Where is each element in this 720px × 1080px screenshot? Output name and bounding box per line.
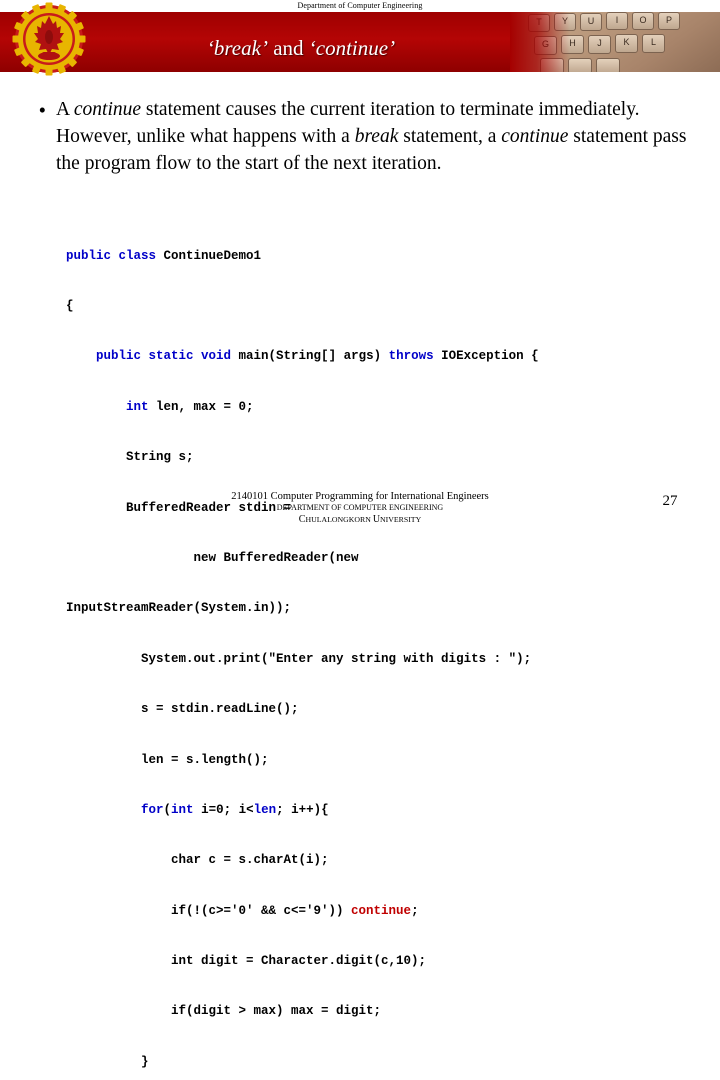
code-line: int len, max = 0;	[126, 399, 254, 414]
bullet-seg-6: continue	[501, 126, 569, 147]
code-line: if(digit > max) max = digit;	[66, 1004, 382, 1019]
bullet-list: • A continue statement causes the curren…	[30, 96, 690, 177]
keyboard-fade-overlay	[510, 12, 570, 72]
keyboard-key-i: I	[606, 12, 628, 30]
footer-university-hulalongkorn: HULALONGKORN	[305, 515, 373, 524]
code-line: InputStreamReader(System.in));	[66, 601, 292, 616]
slide-title: ‘break’ and ‘continue’	[86, 36, 516, 61]
footer-department: DEPARTMENT OF COMPUTER ENGINEERING	[276, 503, 444, 512]
list-item: • A continue statement causes the curren…	[30, 96, 690, 177]
bullet-seg-4: break	[354, 126, 399, 147]
code-line: {	[66, 298, 74, 313]
slide-title-and: and	[267, 36, 309, 60]
code-line: if(!(c>='0' && c<='9')) continue;	[66, 903, 419, 918]
keyboard-key-o: O	[632, 12, 654, 30]
keyboard-photo: T Y U I O P G H J K L	[510, 12, 720, 72]
code-line: int digit = Character.digit(c,10);	[66, 954, 427, 969]
bullet-seg-1: A	[56, 99, 74, 120]
keyboard-key-n	[568, 58, 592, 72]
bullet-seg-2: continue	[73, 99, 142, 120]
code-block: public class ContinueDemo1 { public stat…	[66, 214, 706, 1080]
code-line: public static void main(String[] args) t…	[96, 349, 539, 364]
department-title: Department of Computer Engineering	[297, 1, 423, 10]
slide-header: T Y U I O P G H J K L	[0, 0, 720, 84]
keyboard-key-k: K	[615, 34, 638, 53]
code-line: System.out.print("Enter any string with …	[66, 651, 532, 666]
chula-gear-emblem-icon	[12, 2, 86, 76]
footer-university-niversity: NIVERSITY	[380, 515, 422, 524]
code-line: String s;	[66, 450, 194, 465]
chula-emblem-logo	[12, 2, 86, 80]
keyboard-key-l: L	[642, 34, 665, 53]
keyboard-key-j: J	[588, 35, 611, 54]
footer-university: CHULALONGKORN UNIVERSITY	[0, 514, 720, 525]
keyboard-key-u: U	[580, 13, 602, 31]
footer-university-u: U	[372, 514, 381, 525]
bullet-text: A continue statement causes the current …	[56, 96, 690, 177]
footer-course-title: 2140101 Computer Programming for Interna…	[231, 491, 489, 502]
bullet-seg-5: statement, a	[398, 126, 502, 147]
slide-title-continue: ‘continue’	[308, 36, 396, 60]
header-bottom-margin	[0, 72, 720, 84]
keyboard-key-p: P	[658, 12, 680, 30]
code-line: s = stdin.readLine();	[66, 702, 299, 717]
code-line: len = s.length();	[66, 752, 269, 767]
code-line: for(int i=0; i<len; i++){	[141, 802, 329, 817]
slide-title-break: ‘break’	[206, 36, 268, 60]
keyboard-key-m	[596, 58, 620, 72]
page-number: 27	[662, 493, 678, 509]
code-line: char c = s.charAt(i);	[66, 853, 329, 868]
code-line: new BufferedReader(new	[66, 550, 359, 565]
code-line: public class ContinueDemo1	[66, 248, 262, 263]
code-line: }	[66, 1054, 149, 1069]
bullet-marker: •	[38, 98, 46, 122]
